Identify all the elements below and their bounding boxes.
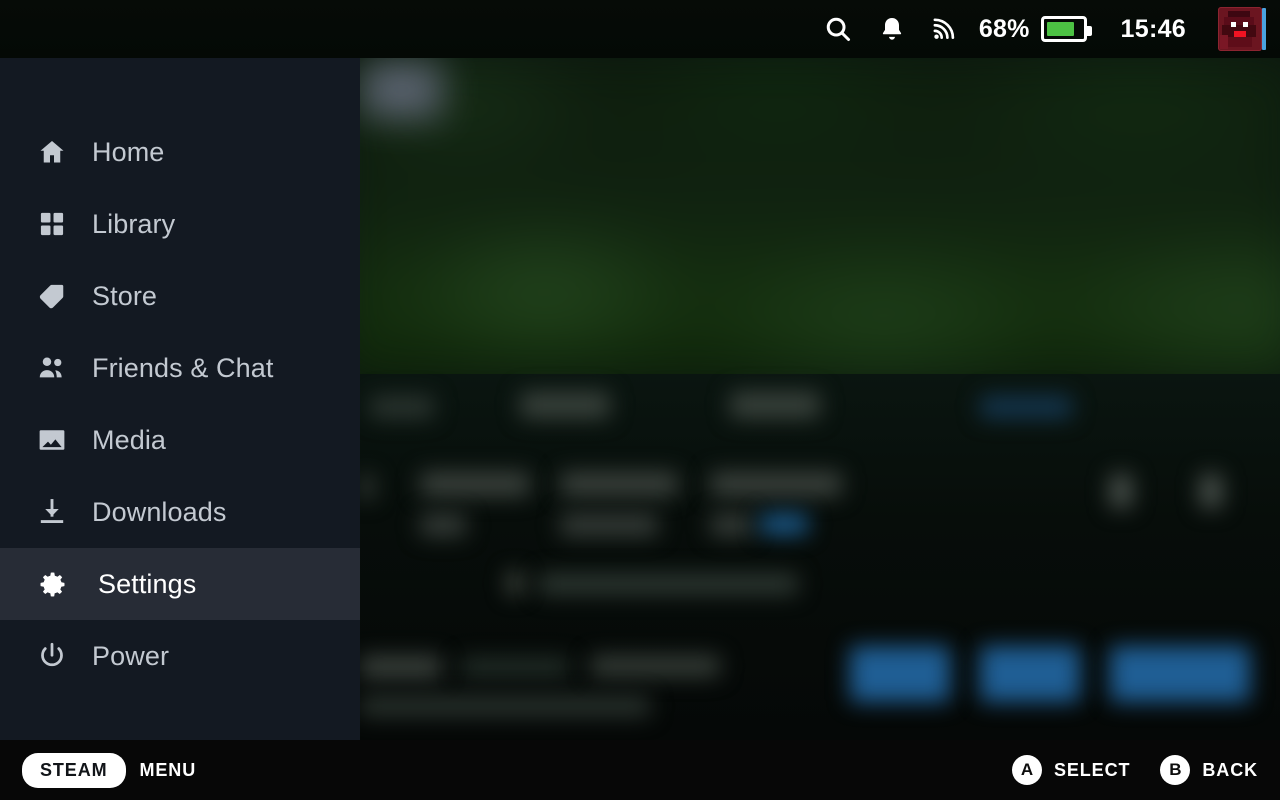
sidebar-item-settings[interactable]: Settings [0,548,360,620]
sidebar-item-label: Library [92,208,176,239]
hint-label: BACK [1202,759,1258,780]
blurred-tab [730,392,820,418]
battery-icon [1040,16,1092,42]
footer-hint-bar: STEAM MENU A SELECT B BACK [0,740,1280,800]
sidebar-item-label: Friends & Chat [92,352,274,383]
blurred-text [560,514,658,536]
sidebar-item-home[interactable]: Home [0,116,360,188]
blurred-text [460,658,570,676]
battery-fill [1046,22,1074,36]
clock-label: 15:46 [1120,14,1186,43]
blurred-background-content [360,58,1280,740]
avatar-image [1218,7,1262,51]
download-icon [30,490,74,534]
button-hints: A SELECT B BACK [1011,755,1258,785]
blurred-tab [520,392,610,418]
blurred-text [560,472,678,496]
blurred-text [710,472,842,496]
blurred-icon [508,572,522,594]
status-bar: 68% 15:46 [0,0,1280,58]
a-button-icon: A [1011,755,1042,785]
battery-percent-label: 68% [978,14,1030,43]
menu-label: MENU [139,759,197,780]
hero-overlay-chip-blurred [362,62,442,118]
sidebar-item-label: Downloads [92,496,227,527]
sidebar-item-power[interactable]: Power [0,620,360,692]
tag-icon [30,274,74,318]
power-icon [30,634,74,678]
blurred-icon [1200,474,1222,508]
sidebar-item-downloads[interactable]: Downloads [0,476,360,548]
gear-icon [30,562,74,606]
blurred-button [850,646,950,702]
people-icon [30,346,74,390]
blurred-text [420,472,530,496]
blurred-text [710,514,752,536]
steam-deck-screen: 68% 15:46 Home Library Store Friends & C… [0,0,1280,800]
sidebar-item-label: Settings [98,568,197,599]
sidebar-item-library[interactable]: Library [0,188,360,260]
hint-back[interactable]: B BACK [1160,755,1258,785]
avatar-status-accent [1262,8,1266,50]
home-icon [30,130,74,174]
hero-image-blurred [360,58,1280,388]
blurred-text [360,474,374,500]
avatar[interactable] [1218,7,1266,51]
steam-button[interactable]: STEAM [22,752,126,788]
b-button-icon: B [1160,755,1191,785]
blurred-text [360,656,442,678]
blurred-button [980,646,1080,702]
hint-label: SELECT [1053,759,1131,780]
grid-icon [30,202,74,246]
sidebar-item-friends-chat[interactable]: Friends & Chat [0,332,360,404]
search-icon[interactable] [815,6,861,52]
blurred-button [1110,646,1250,702]
battery-status: 68% [978,14,1092,44]
blurred-text [420,514,466,536]
sidebar-item-store[interactable]: Store [0,260,360,332]
detail-panel-blurred [360,374,1280,740]
main-menu-sidebar: Home Library Store Friends & Chat Media … [0,58,360,740]
sidebar-item-media[interactable]: Media [0,404,360,476]
sidebar-item-label: Home [92,136,165,167]
blurred-link [760,514,808,534]
blurred-icon [1110,474,1132,508]
bell-icon[interactable] [869,6,915,52]
blurred-text [538,574,798,594]
sidebar-item-label: Media [92,424,167,455]
hint-select[interactable]: A SELECT [1011,755,1131,785]
blurred-text [590,656,720,676]
wifi-icon[interactable] [921,6,967,52]
sidebar-item-label: Power [92,640,170,671]
blurred-tab [370,396,434,418]
image-icon [30,418,74,462]
blurred-text [360,696,650,716]
sidebar-item-label: Store [92,280,158,311]
blurred-link [980,396,1072,418]
